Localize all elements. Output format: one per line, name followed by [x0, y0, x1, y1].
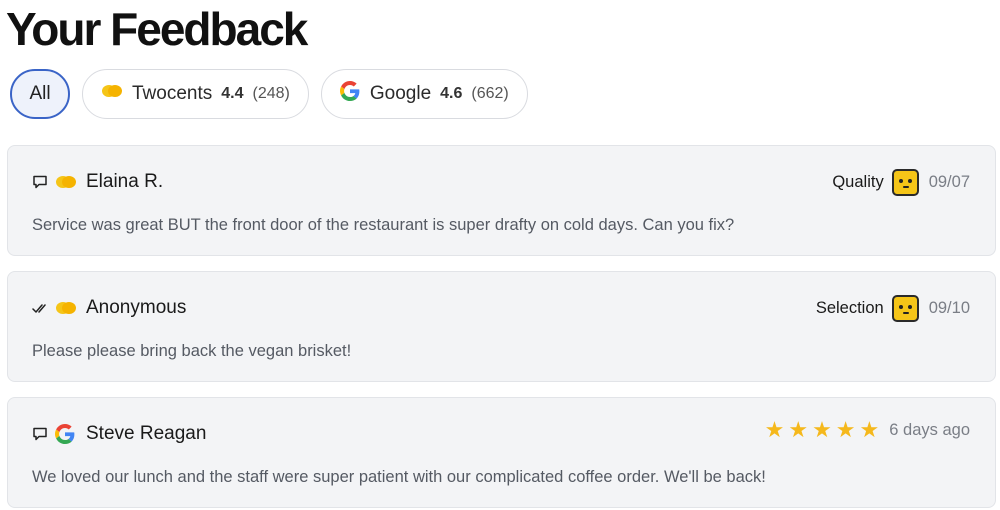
- twocents-logo-icon: [101, 83, 123, 105]
- review-date: 6 days ago: [889, 420, 970, 439]
- filter-twocents-button[interactable]: Twocents 4.4 (248): [82, 69, 309, 119]
- star-icon: ★: [835, 417, 856, 442]
- source-filter-bar: All Twocents 4.4 (248) Google 4.6 (662): [10, 69, 528, 119]
- google-logo-icon: [339, 81, 360, 107]
- filter-google-button[interactable]: Google 4.6 (662): [320, 69, 528, 119]
- page-title: Your Feedback: [6, 3, 308, 55]
- twocents-logo-icon: [55, 174, 77, 195]
- comment-icon: [32, 174, 48, 190]
- review-card[interactable]: Anonymous Selection 09/10 Please please …: [7, 271, 996, 382]
- review-date: 09/10: [928, 299, 970, 317]
- comment-icon: [32, 426, 48, 442]
- review-author: Elaina R.: [86, 171, 164, 192]
- star-icon: ★: [764, 417, 785, 442]
- star-icon: ★: [859, 417, 880, 442]
- google-logo-icon: [55, 424, 75, 449]
- filter-rating: 4.4: [221, 85, 244, 102]
- star-rating: ★ ★ ★ ★ ★: [765, 419, 880, 441]
- review-date: 09/07: [928, 173, 970, 191]
- review-tag: Selection: [815, 299, 884, 317]
- filter-label: All: [29, 83, 51, 104]
- review-author: Steve Reagan: [86, 423, 207, 444]
- review-tag: Quality: [832, 173, 884, 191]
- review-author: Anonymous: [86, 297, 187, 318]
- review-card[interactable]: Steve Reagan ★ ★ ★ ★ ★ 6 days ago We lov…: [7, 397, 996, 508]
- filter-count: (248): [252, 85, 290, 102]
- review-text: We loved our lunch and the staff were su…: [32, 468, 766, 486]
- filter-rating: 4.6: [440, 85, 463, 102]
- neutral-face-icon: [891, 295, 919, 322]
- filter-label: Google: [369, 83, 432, 104]
- review-text: Service was great BUT the front door of …: [32, 216, 735, 234]
- twocents-logo-icon: [55, 300, 77, 321]
- star-icon: ★: [812, 417, 832, 442]
- filter-all-button[interactable]: All: [10, 69, 70, 119]
- double-check-icon: [32, 300, 48, 316]
- star-icon: ★: [788, 417, 809, 442]
- review-card[interactable]: Elaina R. Quality 09/07 Service was grea…: [7, 145, 996, 256]
- filter-count: (662): [471, 85, 509, 102]
- review-text: Please please bring back the vegan brisk…: [32, 342, 352, 360]
- filter-label: Twocents: [132, 83, 213, 104]
- neutral-face-icon: [891, 169, 919, 196]
